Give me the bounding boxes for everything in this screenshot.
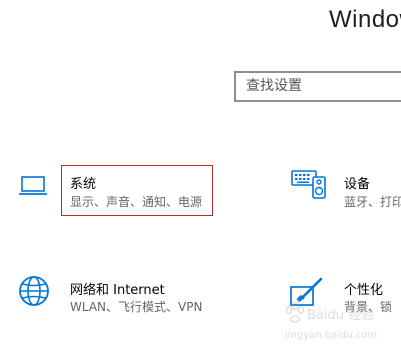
tile-network[interactable]: 网络和 Internet WLAN、飞行模式、VPN [0,270,230,330]
tile-devices-title: 设备 [344,177,371,192]
search-input[interactable] [246,78,401,94]
tile-network-title: 网络和 Internet [70,283,165,298]
tile-system-title: 系统 [70,177,97,192]
settings-page: Window 系统 显示、声音、通知、电源 [0,0,401,350]
tile-network-desc: WLAN、飞行模式、VPN [70,300,203,314]
keyboard-icon [291,168,327,204]
tile-system[interactable]: 系统 显示、声音、通知、电源 [0,160,220,220]
paint-brush-icon [290,276,324,312]
globe-icon [18,275,50,311]
tile-devices-desc: 蓝牙、打印 [344,195,401,209]
window-title: Window [329,6,401,33]
watermark-url: jingyan.baidu.com [284,330,377,341]
tile-devices[interactable]: 设备 蓝牙、打印 [285,160,401,220]
tile-personalization[interactable]: 个性化 背景、锁 [285,270,401,330]
tile-personalization-title: 个性化 [344,283,384,298]
tile-personalization-desc: 背景、锁 [344,300,393,314]
laptop-icon [18,174,48,202]
search-box[interactable] [234,71,401,102]
tile-system-desc: 显示、声音、通知、电源 [70,195,203,209]
